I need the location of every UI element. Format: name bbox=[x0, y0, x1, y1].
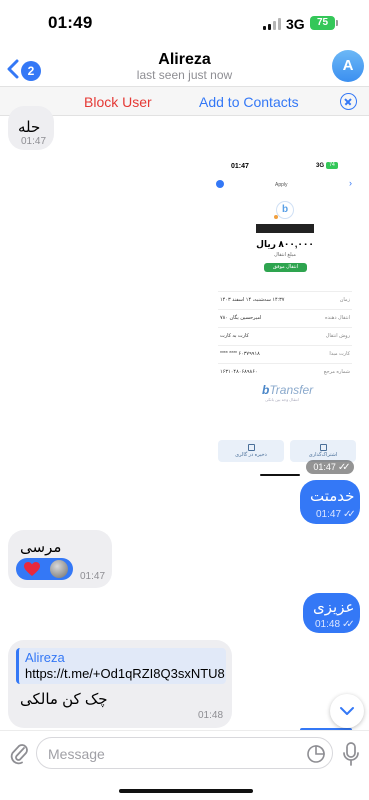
receipt-status-time: 01:47 bbox=[231, 163, 249, 170]
image-time-text: 01:47 bbox=[313, 462, 336, 472]
network-type: 3G bbox=[286, 16, 305, 32]
receipt-brand-text: Transfer bbox=[269, 383, 314, 397]
receipt-row-value: ۱۶۳۱۰۴۸۰۶۸۹۸۶۰ bbox=[220, 369, 258, 375]
receipt-row-value: ۶۰۳۷۹۹۱۸ **** **** bbox=[220, 351, 260, 357]
receipt-logo-icon: b bbox=[276, 201, 294, 219]
paperclip-icon[interactable] bbox=[9, 741, 29, 765]
message-text: چک کن مالکی bbox=[20, 691, 108, 708]
receipt-row: شماره مرجع ۱۶۳۱۰۴۸۰۶۸۹۸۶۰ bbox=[218, 363, 352, 381]
receipt-row-value: امیرحسین یگان ۷۸۰ bbox=[220, 315, 262, 321]
avatar bbox=[50, 560, 68, 578]
receipt-brand: bTransfer bbox=[262, 383, 313, 397]
microphone-icon[interactable] bbox=[342, 741, 360, 767]
receipt-row-label: انتقال دهنده bbox=[325, 315, 350, 321]
contact-action-bar: Block User Add to Contacts bbox=[0, 86, 369, 116]
redacted-name bbox=[256, 224, 314, 233]
read-checkmarks-icon: ✓✓ bbox=[342, 619, 355, 630]
receipt-row-label: شماره مرجع bbox=[323, 369, 350, 375]
message-time-text: 01:47 bbox=[316, 509, 342, 520]
avatar[interactable]: A bbox=[332, 50, 364, 82]
receipt-save-button: ذخیره در گالری bbox=[218, 440, 284, 462]
block-user-button[interactable]: Block User bbox=[84, 94, 152, 110]
receipt-share-button: اشتراک‌گذاری bbox=[290, 440, 356, 462]
battery-tip bbox=[336, 20, 338, 26]
receipt-battery-icon: 74 bbox=[326, 162, 338, 169]
contact-name[interactable]: Alireza bbox=[0, 51, 369, 69]
reply-sender: Alireza bbox=[25, 650, 65, 665]
receipt-amount: ۸۰۰,۰۰۰ ریال bbox=[256, 239, 314, 249]
battery-icon: 75 bbox=[310, 16, 335, 30]
message-bubble-outgoing[interactable]: خدمتت 01:47 ✓✓ bbox=[300, 480, 360, 524]
receipt-header: Apply bbox=[275, 182, 288, 188]
reply-quote[interactable]: Alireza https://t.me/+Od1qRZI8Q3sxNTU8 bbox=[16, 648, 226, 684]
image-time: 01:47 ✓✓ bbox=[306, 460, 354, 474]
message-time: 01:48 ✓✓ bbox=[315, 619, 355, 630]
message-bubble-incoming[interactable]: Alireza https://t.me/+Od1qRZI8Q3sxNTU8 چ… bbox=[8, 640, 232, 728]
signal-icon bbox=[263, 18, 281, 30]
receipt-amount-label: مبلغ انتقال bbox=[274, 252, 296, 258]
home-indicator bbox=[119, 789, 253, 793]
message-time-text: 01:48 bbox=[315, 619, 341, 630]
message-bubble-incoming[interactable]: حله 01:47 bbox=[8, 106, 54, 150]
message-text: مرسی bbox=[20, 539, 62, 556]
message-text: حله bbox=[18, 119, 41, 136]
receipt-row-label: کارت مبدا bbox=[329, 351, 350, 357]
receipt-row-value: کارت به کارت bbox=[220, 333, 249, 339]
receipt-row-label: زمان bbox=[339, 297, 350, 303]
read-checkmarks-icon: ✓✓ bbox=[337, 462, 351, 473]
message-time: 01:47 bbox=[80, 571, 106, 582]
receipt-row-value: ۱۴:۳۷ سه‌شنبه، ۱۴ اسفند ۱۴۰۳ bbox=[220, 297, 285, 303]
message-text: عزیزی bbox=[313, 599, 355, 616]
read-checkmarks-icon: ✓✓ bbox=[343, 509, 356, 520]
receipt-row: کارت مبدا ۶۰۳۷۹۹۱۸ **** **** bbox=[218, 345, 352, 363]
sticker-icon[interactable] bbox=[306, 744, 326, 764]
receipt-logo-dot bbox=[274, 215, 278, 219]
receipt-network: 3G bbox=[316, 163, 325, 169]
message-text: خدمتت bbox=[310, 488, 355, 505]
message-bubble-incoming[interactable]: مرسی 01:47 bbox=[8, 530, 112, 588]
reaction-chip[interactable] bbox=[16, 558, 73, 580]
message-input[interactable]: Message bbox=[36, 737, 333, 769]
receipt-row: انتقال دهنده امیرحسین یگان ۷۸۰ bbox=[218, 309, 352, 327]
message-bubble-outgoing[interactable]: عزیزی 01:48 ✓✓ bbox=[303, 593, 360, 633]
add-to-contacts-button[interactable]: Add to Contacts bbox=[199, 94, 299, 110]
receipt-chevron-icon: › bbox=[349, 178, 352, 188]
message-input-placeholder: Message bbox=[48, 746, 105, 762]
receipt-brand-tagline: انتقال وجه بین بانکی bbox=[265, 397, 299, 402]
scroll-to-bottom-button[interactable] bbox=[330, 694, 364, 728]
chevron-down-icon bbox=[340, 707, 354, 715]
last-seen-status: last seen just now bbox=[136, 68, 233, 82]
link-text[interactable]: https://t.me/+Od1qRZI8Q3sxNTU8 bbox=[25, 666, 225, 681]
message-time: 01:48 bbox=[198, 710, 224, 721]
heart-icon bbox=[24, 562, 40, 576]
receipt-home-indicator bbox=[260, 474, 300, 476]
receipt-success-badge: انتقال موفق bbox=[264, 263, 307, 272]
message-time: 01:47 bbox=[21, 136, 47, 147]
receipt-back-icon bbox=[216, 180, 224, 188]
receipt-row-label: روش انتقال bbox=[325, 333, 350, 339]
chat-header: 2 Alireza last seen just now A bbox=[0, 48, 369, 86]
close-icon[interactable] bbox=[340, 93, 357, 110]
receipt-row: روش انتقال کارت به کارت bbox=[218, 327, 352, 345]
image-message[interactable]: 01:47 3G 74 Apply › b ۸۰۰,۰۰۰ ریال مبلغ … bbox=[210, 153, 360, 478]
receipt-row: زمان ۱۴:۳۷ سه‌شنبه، ۱۴ اسفند ۱۴۰۳ bbox=[218, 291, 352, 309]
status-time: 01:49 bbox=[48, 13, 93, 32]
status-bar: 01:49 3G 75 bbox=[0, 0, 369, 48]
message-composer: Message bbox=[0, 730, 369, 800]
message-time: 01:47 ✓✓ bbox=[316, 509, 356, 520]
